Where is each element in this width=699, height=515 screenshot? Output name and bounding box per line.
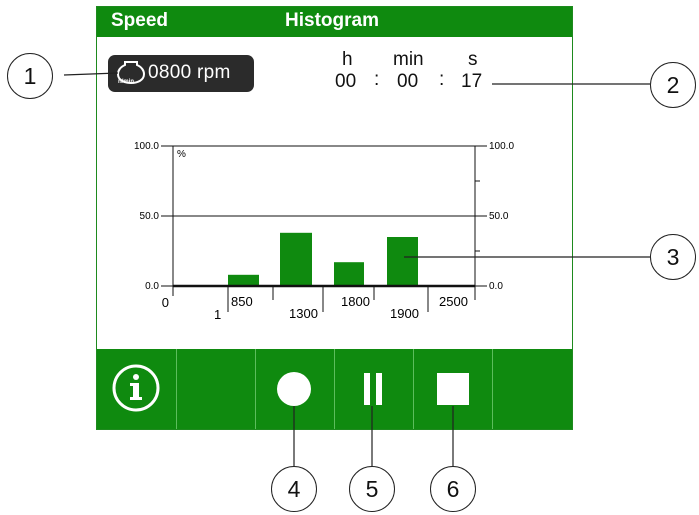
empty-button-2[interactable] bbox=[493, 349, 571, 428]
bars-group bbox=[228, 232, 418, 286]
x-tick-label: 1800 bbox=[341, 294, 370, 309]
x-tick-label: 1 bbox=[214, 307, 221, 322]
histogram-bar bbox=[280, 232, 312, 286]
right-tick-label: 50.0 bbox=[489, 211, 509, 222]
histogram-chart: 100.0 50.0 0.0 100.0 50.0 0.0 % 0 1 850 … bbox=[134, 141, 514, 322]
histogram-bar bbox=[334, 262, 364, 286]
x-tick-label: 850 bbox=[231, 294, 253, 309]
x-tick-label: 0 bbox=[162, 295, 169, 310]
empty-button[interactable] bbox=[176, 349, 254, 428]
pause-icon[interactable] bbox=[364, 373, 382, 405]
callout-4: 4 bbox=[271, 466, 317, 512]
callout-5: 5 bbox=[349, 466, 395, 512]
record-icon[interactable] bbox=[277, 372, 311, 406]
stop-icon[interactable] bbox=[437, 373, 469, 405]
callout-6: 6 bbox=[430, 466, 476, 512]
left-tick-label: 100.0 bbox=[134, 141, 159, 152]
x-tick-label: 2500 bbox=[439, 294, 468, 309]
info-button[interactable] bbox=[112, 364, 160, 412]
left-tick-label: 50.0 bbox=[140, 211, 160, 222]
callout-3: 3 bbox=[650, 234, 696, 280]
right-tick-label: 100.0 bbox=[489, 141, 514, 152]
unit-label: % bbox=[177, 149, 186, 160]
left-tick-label: 0.0 bbox=[145, 281, 159, 292]
x-tick-label: 1900 bbox=[390, 306, 419, 321]
histogram-bar bbox=[228, 274, 259, 286]
histogram-bar bbox=[387, 237, 418, 286]
callout-line-1 bbox=[63, 72, 119, 76]
callout-2: 2 bbox=[650, 62, 696, 108]
right-tick-label: 0.0 bbox=[489, 281, 503, 292]
diagram-overlay: 100.0 50.0 0.0 100.0 50.0 0.0 % 0 1 850 … bbox=[63, 72, 650, 467]
x-tick-label: 1300 bbox=[289, 306, 318, 321]
callout-1: 1 bbox=[7, 53, 53, 99]
